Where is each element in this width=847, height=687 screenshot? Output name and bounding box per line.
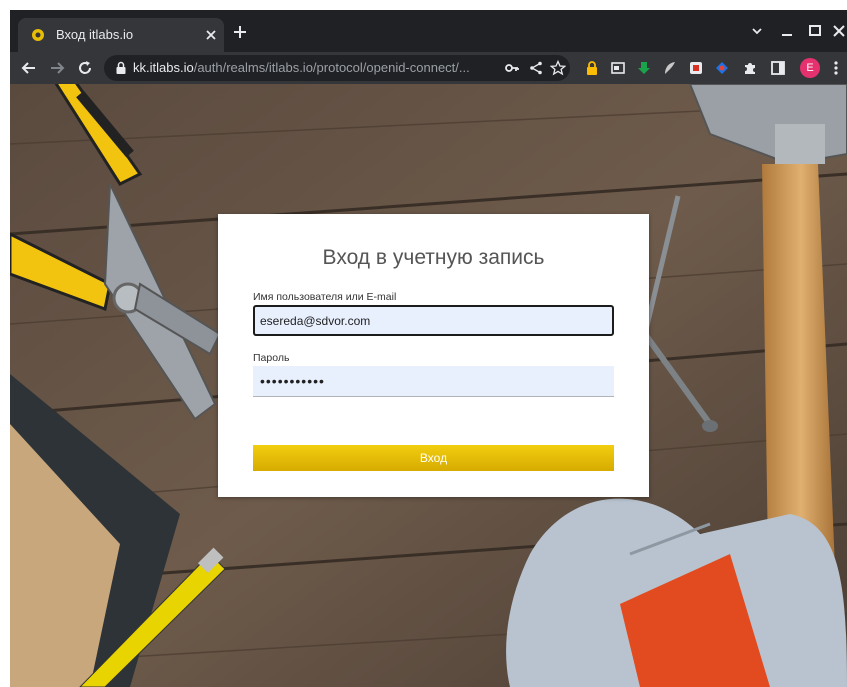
kebab-menu-icon[interactable] <box>828 60 844 76</box>
extension-pdf-icon[interactable] <box>688 60 704 76</box>
reload-icon[interactable] <box>76 59 94 77</box>
username-input[interactable] <box>253 305 614 336</box>
key-icon[interactable] <box>504 60 520 76</box>
username-label: Имя пользователя или E-mail <box>253 291 397 303</box>
browser-window: Вход itlabs.io kk.itlabs.io/auth/realms/… <box>10 10 847 687</box>
browser-toolbar: kk.itlabs.io/auth/realms/itlabs.io/proto… <box>10 52 847 84</box>
extension-blue-icon[interactable] <box>714 60 730 76</box>
share-icon[interactable] <box>528 60 544 76</box>
login-card: Вход в учетную запись Имя пользователя и… <box>218 214 649 497</box>
url-path: /auth/realms/itlabs.io/protocol/openid-c… <box>193 60 470 75</box>
star-icon[interactable] <box>550 60 566 76</box>
password-label: Пароль <box>253 352 290 364</box>
arrow-right-icon[interactable] <box>48 59 66 77</box>
login-button[interactable]: Вход <box>253 445 614 471</box>
close-icon[interactable] <box>830 22 847 40</box>
tab-title: Вход itlabs.io <box>56 27 134 42</box>
close-icon[interactable] <box>204 28 218 42</box>
maximize-icon[interactable] <box>806 22 824 40</box>
tab-strip: Вход itlabs.io <box>10 10 847 52</box>
extension-download-icon[interactable] <box>636 60 652 76</box>
extension-feather-icon[interactable] <box>662 60 678 76</box>
tab-active[interactable]: Вход itlabs.io <box>18 18 224 52</box>
page-viewport: Вход в учетную запись Имя пользователя и… <box>10 84 847 687</box>
arrow-left-icon[interactable] <box>20 59 38 77</box>
url-text[interactable]: kk.itlabs.io/auth/realms/itlabs.io/proto… <box>133 60 488 75</box>
puzzle-icon[interactable] <box>742 60 758 76</box>
password-input[interactable] <box>253 366 614 397</box>
extension-lock-icon[interactable] <box>584 60 600 76</box>
url-host: kk.itlabs.io <box>133 60 194 75</box>
avatar[interactable]: E <box>800 58 820 78</box>
address-bar[interactable]: kk.itlabs.io/auth/realms/itlabs.io/proto… <box>104 55 570 81</box>
itlabs-favicon <box>32 29 44 41</box>
extension-window-icon[interactable] <box>610 60 626 76</box>
plus-icon[interactable] <box>232 24 248 40</box>
lock-icon[interactable] <box>115 61 127 75</box>
minimize-icon[interactable] <box>778 22 796 40</box>
page-title: Вход в учетную запись <box>322 246 545 269</box>
chevron-down-icon[interactable] <box>748 22 766 40</box>
side-panel-icon[interactable] <box>770 60 786 76</box>
